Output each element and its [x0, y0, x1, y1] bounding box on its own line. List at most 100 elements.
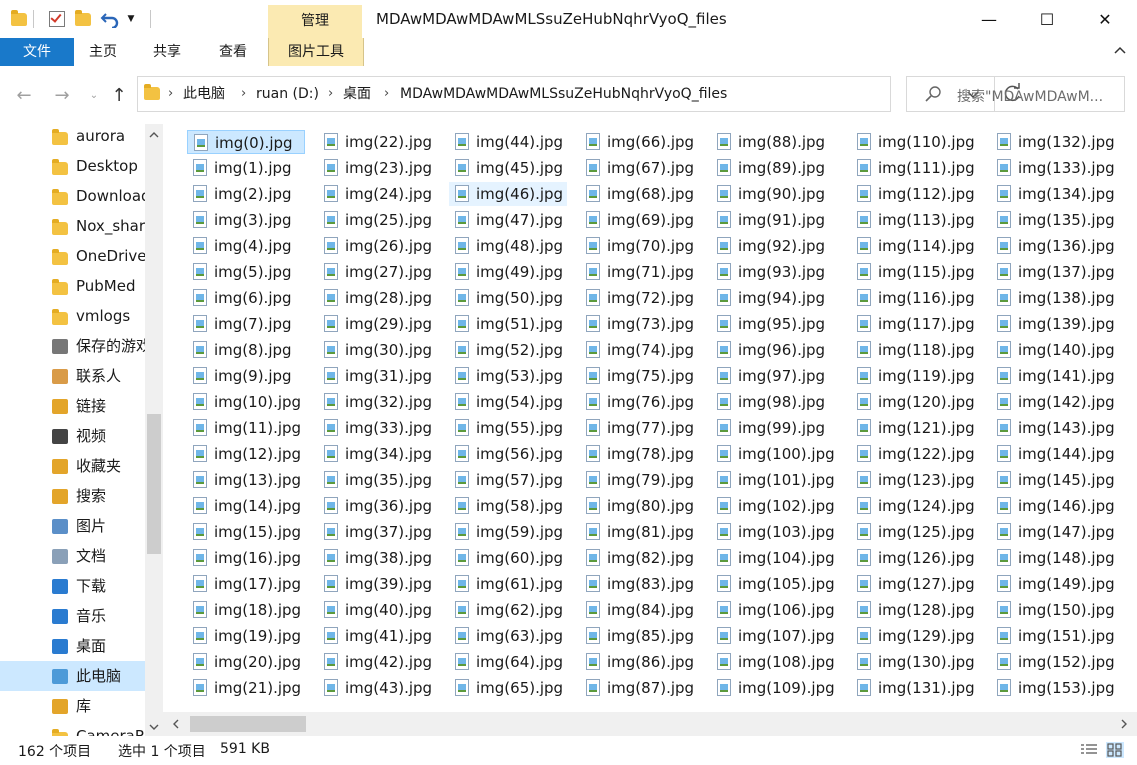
file-item[interactable]: img(96).jpg [711, 338, 841, 362]
manage-context-header[interactable]: 管理 [268, 5, 362, 38]
file-item[interactable]: img(148).jpg [991, 546, 1121, 570]
breadcrumb-separator[interactable]: › [241, 85, 246, 103]
file-item[interactable]: img(82).jpg [580, 546, 698, 570]
file-item[interactable]: img(20).jpg [187, 650, 305, 674]
file-item[interactable]: img(106).jpg [711, 598, 841, 622]
file-item[interactable]: img(34).jpg [318, 442, 436, 466]
file-item[interactable]: img(85).jpg [580, 624, 698, 648]
file-item[interactable]: img(63).jpg [449, 624, 567, 648]
file-item[interactable]: img(55).jpg [449, 416, 567, 440]
file-item[interactable]: img(147).jpg [991, 520, 1121, 544]
sidebar-item[interactable]: 音乐 [0, 601, 145, 631]
sidebar-item[interactable]: 链接 [0, 391, 145, 421]
maximize-button[interactable]: ☐ [1018, 0, 1076, 38]
file-item[interactable]: img(15).jpg [187, 520, 305, 544]
file-item[interactable]: img(1).jpg [187, 156, 305, 180]
file-item[interactable]: img(45).jpg [449, 156, 567, 180]
file-item[interactable]: img(134).jpg [991, 182, 1121, 206]
file-item[interactable]: img(98).jpg [711, 390, 841, 414]
breadcrumb-drive[interactable]: ruan (D:) [256, 85, 319, 103]
file-item[interactable]: img(142).jpg [991, 390, 1121, 414]
file-item[interactable]: img(119).jpg [851, 364, 981, 388]
file-item[interactable]: img(26).jpg [318, 234, 436, 258]
sidebar-item[interactable]: PubMed [0, 271, 145, 301]
file-item[interactable]: img(116).jpg [851, 286, 981, 310]
file-item[interactable]: img(73).jpg [580, 312, 698, 336]
file-item[interactable]: img(80).jpg [580, 494, 698, 518]
file-item[interactable]: img(103).jpg [711, 520, 841, 544]
search-box[interactable]: 搜索"MDAwMDAwM... [906, 76, 1125, 112]
file-item[interactable]: img(8).jpg [187, 338, 305, 362]
sidebar-item[interactable]: aurora [0, 124, 145, 151]
file-item[interactable]: img(152).jpg [991, 650, 1121, 674]
file-item[interactable]: img(17).jpg [187, 572, 305, 596]
file-item[interactable]: img(33).jpg [318, 416, 436, 440]
file-item[interactable]: img(28).jpg [318, 286, 436, 310]
file-item[interactable]: img(138).jpg [991, 286, 1121, 310]
undo-icon[interactable] [99, 9, 121, 29]
sidebar-item[interactable]: 收藏夹 [0, 451, 145, 481]
scroll-up-icon[interactable] [148, 128, 160, 138]
file-item[interactable]: img(140).jpg [991, 338, 1121, 362]
file-item[interactable]: img(77).jpg [580, 416, 698, 440]
file-item[interactable]: img(44).jpg [449, 130, 567, 154]
file-item[interactable]: img(2).jpg [187, 182, 305, 206]
file-item[interactable]: img(6).jpg [187, 286, 305, 310]
file-item[interactable]: img(49).jpg [449, 260, 567, 284]
file-item[interactable]: img(12).jpg [187, 442, 305, 466]
file-item[interactable]: img(14).jpg [187, 494, 305, 518]
file-item[interactable]: img(133).jpg [991, 156, 1121, 180]
sidebar-scrollbar[interactable] [145, 124, 163, 736]
sidebar-item[interactable]: Download [0, 181, 151, 211]
file-item[interactable]: img(78).jpg [580, 442, 698, 466]
sidebar-scroll-thumb[interactable] [147, 414, 161, 554]
file-item[interactable]: img(130).jpg [851, 650, 981, 674]
file-item[interactable]: img(97).jpg [711, 364, 841, 388]
file-item[interactable]: img(110).jpg [851, 130, 981, 154]
file-item[interactable]: img(114).jpg [851, 234, 981, 258]
file-item[interactable]: img(59).jpg [449, 520, 567, 544]
up-arrow-icon[interactable]: ↑ [107, 83, 131, 107]
tab-share[interactable]: 共享 [138, 38, 196, 66]
file-item[interactable]: img(47).jpg [449, 208, 567, 232]
file-item[interactable]: img(123).jpg [851, 468, 981, 492]
file-item[interactable]: img(115).jpg [851, 260, 981, 284]
file-item[interactable]: img(39).jpg [318, 572, 436, 596]
file-item[interactable]: img(21).jpg [187, 676, 305, 700]
file-item[interactable]: img(84).jpg [580, 598, 698, 622]
file-item[interactable]: img(79).jpg [580, 468, 698, 492]
file-item[interactable]: img(16).jpg [187, 546, 305, 570]
file-item[interactable]: img(100).jpg [711, 442, 841, 466]
file-item[interactable]: img(111).jpg [851, 156, 981, 180]
file-item[interactable]: img(136).jpg [991, 234, 1121, 258]
file-item[interactable]: img(87).jpg [580, 676, 698, 700]
file-item[interactable]: img(9).jpg [187, 364, 305, 388]
large-icons-view-icon[interactable] [1106, 742, 1124, 758]
file-item[interactable]: img(122).jpg [851, 442, 981, 466]
sidebar-item[interactable]: 库 [0, 691, 145, 721]
file-item[interactable]: img(71).jpg [580, 260, 698, 284]
sidebar-item[interactable]: 文档 [0, 541, 145, 571]
file-item[interactable]: img(5).jpg [187, 260, 305, 284]
properties-icon[interactable] [48, 9, 66, 29]
file-item[interactable]: img(37).jpg [318, 520, 436, 544]
breadcrumb-desktop[interactable]: 桌面 [343, 85, 371, 103]
file-item[interactable]: img(7).jpg [187, 312, 305, 336]
file-item[interactable]: img(69).jpg [580, 208, 698, 232]
file-item[interactable]: img(146).jpg [991, 494, 1121, 518]
file-item[interactable]: img(65).jpg [449, 676, 567, 700]
file-item[interactable]: img(121).jpg [851, 416, 981, 440]
file-item[interactable]: img(72).jpg [580, 286, 698, 310]
file-item[interactable]: img(46).jpg [449, 182, 567, 206]
back-arrow-icon[interactable]: ← [12, 83, 36, 107]
sidebar-item[interactable]: 图片 [0, 511, 145, 541]
file-item[interactable]: img(92).jpg [711, 234, 841, 258]
file-item[interactable]: img(131).jpg [851, 676, 981, 700]
sidebar-item[interactable]: 联系人 [0, 361, 145, 391]
horizontal-scroll-thumb[interactable] [190, 716, 306, 732]
file-item[interactable]: img(81).jpg [580, 520, 698, 544]
sidebar-item[interactable]: 桌面 [0, 631, 145, 661]
new-folder-icon[interactable] [74, 9, 92, 29]
file-item[interactable]: img(89).jpg [711, 156, 841, 180]
file-item[interactable]: img(99).jpg [711, 416, 841, 440]
